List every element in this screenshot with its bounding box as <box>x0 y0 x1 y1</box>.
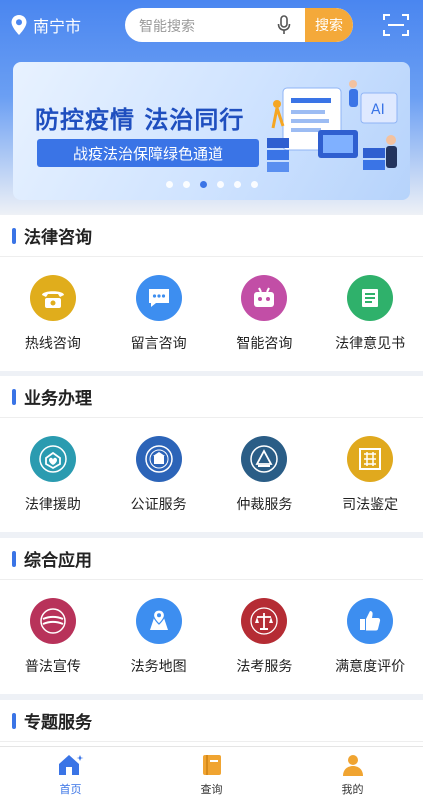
book-icon <box>202 755 221 775</box>
grid-item-notary[interactable]: 公证服务 <box>106 418 212 532</box>
section-header: 综合应用 <box>0 538 423 580</box>
notary-emblem-icon <box>135 436 182 482</box>
search-button[interactable]: 搜索 <box>305 8 353 42</box>
user-icon <box>342 755 363 776</box>
telephone-icon <box>29 275 76 321</box>
section-header: 法律咨询 <box>0 215 423 257</box>
banner-title: 防控疫情 法治同行 <box>35 106 245 134</box>
grid-item-hotline[interactable]: 热线咨询 <box>0 257 106 371</box>
grid-item-label: 智能咨询 <box>236 336 293 352</box>
nav-tab-label: 查询 <box>200 783 223 796</box>
section-header: 业务办理 <box>0 376 423 418</box>
grid-item-satisfaction[interactable]: 满意度评价 <box>317 580 423 694</box>
nav-tab-profile[interactable]: 我的 <box>282 747 423 800</box>
grid-item-legal-aid[interactable]: 法律援助 <box>0 418 106 532</box>
svg-text:AI: AI <box>371 102 385 118</box>
grid-item-label: 仲裁服务 <box>236 497 293 513</box>
section-business: 业务办理 法律援助 公证服务 仲裁服务 司法鉴定 <box>0 376 423 532</box>
home-icon <box>58 755 83 775</box>
law-publicity-icon <box>29 598 76 644</box>
pagination-dot[interactable] <box>250 181 258 188</box>
grid-item-label: 满意度评价 <box>335 659 406 675</box>
location-selector[interactable]: 南宁市 <box>10 13 81 37</box>
location-pin-icon <box>11 15 27 35</box>
grid-item-label: 留言咨询 <box>130 336 187 352</box>
justice-scales-icon <box>241 598 288 644</box>
grid-item-label: 热线咨询 <box>24 336 81 352</box>
banner-subtitle: 战疫法治保障绿色通道 <box>37 139 259 167</box>
legal-aid-emblem-icon <box>29 436 76 482</box>
search-input[interactable]: 智能搜索 <box>139 16 195 36</box>
grid-item-forensic[interactable]: 司法鉴定 <box>317 418 423 532</box>
section-header: 专题服务 <box>0 700 423 742</box>
nav-tab-label: 我的 <box>341 783 364 796</box>
section-title: 法律咨询 <box>24 228 92 248</box>
section-applications: 综合应用 普法宣传 法务地图 法考服务 满意度评价 <box>0 538 423 694</box>
banner-pagination[interactable] <box>0 181 423 188</box>
bottom-navigation: 首页 查询 我的 <box>0 746 423 800</box>
section-special-services: 专题服务 <box>0 700 423 746</box>
section-accent-bar <box>12 227 16 244</box>
robot-icon <box>241 275 288 321</box>
pagination-dot[interactable] <box>182 181 190 188</box>
banner-illustration: AI <box>267 80 398 172</box>
section-title: 业务办理 <box>24 389 92 409</box>
grid-item-label: 法务地图 <box>130 659 187 675</box>
grid-item-label: 公证服务 <box>130 497 187 513</box>
grid-item-smart[interactable]: 智能咨询 <box>212 257 318 371</box>
city-label: 南宁市 <box>33 17 82 36</box>
section-legal-consultation: 法律咨询 热线咨询 留言咨询 智能咨询 法律意见书 <box>0 215 423 371</box>
section-accent-bar <box>12 712 16 729</box>
search-bar[interactable]: 智能搜索 搜索 <box>125 8 353 42</box>
pagination-dot[interactable] <box>216 181 224 188</box>
nav-tab-label: 首页 <box>59 783 82 796</box>
grid-item-label: 法律意见书 <box>335 336 406 352</box>
promo-banner[interactable]: 防控疫情 法治同行 战疫法治保障绿色通道 AI <box>13 62 410 200</box>
map-pin-icon <box>135 598 182 644</box>
grid-item-label: 法考服务 <box>236 659 293 675</box>
nav-tab-query[interactable]: 查询 <box>141 747 282 800</box>
document-icon <box>347 275 394 321</box>
section-accent-bar <box>12 388 16 405</box>
grid-item-publicity[interactable]: 普法宣传 <box>0 580 106 694</box>
grid-item-arbitration[interactable]: 仲裁服务 <box>212 418 318 532</box>
arbitration-emblem-icon <box>241 436 288 482</box>
section-title: 专题服务 <box>24 713 92 733</box>
grid-item-label: 司法鉴定 <box>342 497 399 513</box>
microphone-icon[interactable] <box>277 15 291 35</box>
grid-item-map[interactable]: 法务地图 <box>106 580 212 694</box>
nav-tab-home[interactable]: 首页 <box>0 747 141 800</box>
section-title: 综合应用 <box>24 551 92 571</box>
pagination-dot[interactable] <box>233 181 241 188</box>
section-accent-bar <box>12 550 16 567</box>
grid-item-opinion[interactable]: 法律意见书 <box>317 257 423 371</box>
pagination-dot-active[interactable] <box>199 181 207 188</box>
grid-item-label: 普法宣传 <box>24 659 81 675</box>
pagination-dot[interactable] <box>165 181 173 188</box>
grid-item-label: 法律援助 <box>24 497 81 513</box>
top-bar: 南宁市 智能搜索 搜索 <box>0 0 423 50</box>
scan-icon[interactable] <box>383 13 409 37</box>
forensic-seal-icon <box>347 436 394 482</box>
grid-item-message[interactable]: 留言咨询 <box>106 257 212 371</box>
grid-item-exam[interactable]: 法考服务 <box>212 580 318 694</box>
chat-bubble-icon <box>135 275 182 321</box>
thumbs-up-icon <box>347 598 394 644</box>
